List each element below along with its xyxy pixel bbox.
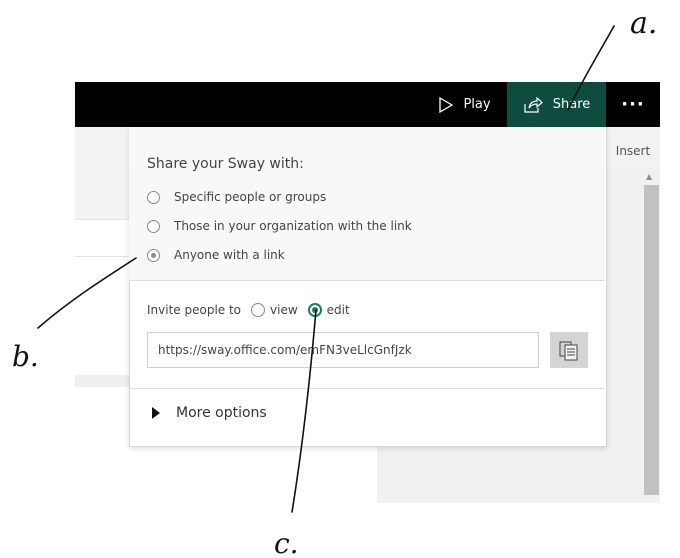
annotation-b: b. [12,340,39,373]
annotation-c: c. [274,527,299,558]
annotation-a: a. [630,6,657,41]
handwritten-annotations: a. b. c. [12,6,657,558]
